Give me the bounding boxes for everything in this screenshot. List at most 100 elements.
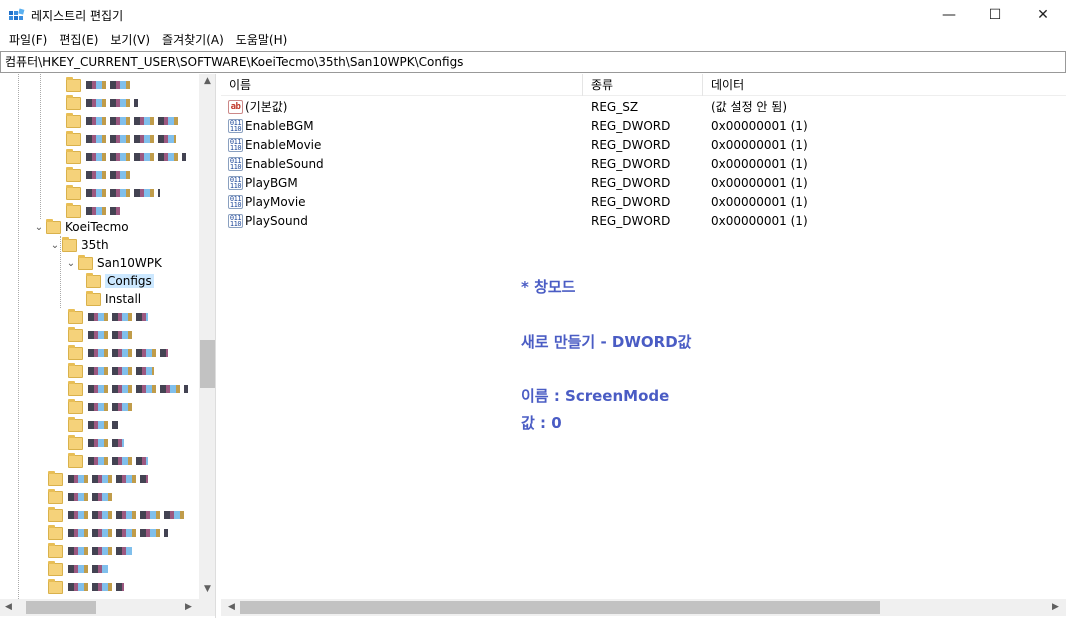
menu-bar: 파일(F) 편집(E) 보기(V) 즐겨찾기(A) 도움말(H)	[0, 30, 1066, 50]
tree-item-obscured[interactable]	[68, 344, 168, 362]
maximize-button[interactable]: ☐	[972, 0, 1018, 30]
folder-icon	[68, 434, 83, 450]
dword-value-icon: 011 110	[228, 156, 243, 171]
folder-icon	[48, 524, 63, 540]
value-row[interactable]: 011 110 EnableMovie REG_DWORD 0x00000001 (…	[221, 135, 1066, 154]
column-header-name[interactable]: 이름	[221, 74, 583, 96]
tree-item-install[interactable]: Install	[86, 290, 141, 308]
folder-icon	[66, 202, 81, 218]
folder-icon	[68, 416, 83, 432]
dword-value-icon: 011 110	[228, 175, 243, 190]
tree-item-obscured[interactable]	[68, 416, 118, 434]
dword-value-icon: 011 110	[228, 137, 243, 152]
scrollbar-thumb[interactable]	[26, 601, 96, 614]
tree-guide-line	[18, 74, 19, 599]
tree-item-obscured[interactable]	[68, 434, 124, 452]
tree-item-obscured[interactable]	[68, 398, 132, 416]
tree-item-obscured[interactable]	[68, 308, 148, 326]
annotation-window-mode: * 창모드	[521, 278, 576, 296]
minimize-button[interactable]: —	[926, 0, 972, 30]
folder-icon	[66, 76, 81, 92]
dword-value-icon: 011 110	[228, 194, 243, 209]
scroll-left-icon[interactable]: ◀	[223, 602, 240, 612]
menu-help[interactable]: 도움말(H)	[230, 30, 294, 50]
menu-file[interactable]: 파일(F)	[3, 30, 53, 50]
tree-item-obscured[interactable]	[48, 542, 132, 560]
chevron-down-icon[interactable]: ⌄	[32, 222, 46, 233]
address-bar[interactable]: 컴퓨터\HKEY_CURRENT_USER\SOFTWARE\KoeiTecmo…	[0, 51, 1066, 73]
scrollbar-thumb[interactable]	[240, 601, 880, 614]
value-row[interactable]: 011 110 EnableBGM REG_DWORD 0x00000001 (1)	[221, 116, 1066, 135]
chevron-down-icon[interactable]: ⌄	[48, 240, 62, 251]
folder-icon	[48, 470, 63, 486]
tree-horizontal-scrollbar[interactable]: ◀ ▶	[0, 599, 215, 616]
tree-item-obscured[interactable]	[48, 488, 114, 506]
tree-item-obscured[interactable]	[52, 148, 186, 166]
value-row[interactable]: 011 110 PlayMovie REG_DWORD 0x00000001 (1)	[221, 192, 1066, 211]
tree-item-obscured[interactable]	[52, 94, 138, 112]
scroll-right-icon[interactable]: ▶	[1047, 602, 1064, 612]
folder-icon	[46, 218, 61, 234]
scroll-down-icon[interactable]: ▼	[199, 584, 215, 594]
string-value-icon: ab	[228, 99, 243, 114]
tree-item-obscured[interactable]	[48, 560, 108, 578]
tree-item-obscured[interactable]	[52, 76, 134, 94]
annotation-value: 값 : 0	[521, 414, 562, 432]
tree-vertical-scrollbar[interactable]: ▲ ▼	[199, 74, 215, 599]
folder-icon	[68, 326, 83, 342]
folder-icon	[68, 344, 83, 360]
tree-item-obscured[interactable]	[52, 166, 132, 184]
column-header-data[interactable]: 데이터	[703, 74, 1066, 96]
tree-item-obscured[interactable]	[68, 380, 188, 398]
value-list-pane: 이름 종류 데이터 ab (기본값) REG_SZ (값 설정 안 됨) 011 1…	[221, 74, 1066, 618]
folder-icon	[68, 362, 83, 378]
tree-item-obscured[interactable]	[48, 524, 168, 542]
tree-item-koeitecmo[interactable]: ⌄ KoeiTecmo	[32, 218, 129, 236]
dword-value-icon: 011 110	[228, 118, 243, 133]
column-header-type[interactable]: 종류	[583, 74, 703, 96]
scroll-left-icon[interactable]: ◀	[0, 602, 17, 612]
folder-icon	[68, 380, 83, 396]
folder-open-icon	[86, 272, 101, 288]
dword-value-icon: 011 110	[228, 213, 243, 228]
menu-favorites[interactable]: 즐겨찾기(A)	[156, 30, 230, 50]
menu-view[interactable]: 보기(V)	[104, 30, 156, 50]
tree-item-obscured[interactable]	[52, 184, 160, 202]
list-header: 이름 종류 데이터	[221, 74, 1066, 96]
folder-icon	[66, 148, 81, 164]
tree-item-obscured[interactable]	[48, 578, 124, 596]
tree-item-san10wpk[interactable]: ⌄ San10WPK	[64, 254, 162, 272]
annotation-new-dword: 새로 만들기 - DWORD값	[521, 333, 692, 351]
tree-guide-line	[40, 74, 41, 219]
window-title: 레지스트리 편집기	[31, 9, 124, 23]
tree-item-obscured[interactable]	[52, 130, 176, 148]
folder-icon	[48, 506, 63, 522]
tree-item-obscured[interactable]	[48, 506, 188, 524]
tree-item-obscured[interactable]	[68, 362, 154, 380]
close-button[interactable]: ✕	[1020, 0, 1066, 30]
tree-item-obscured[interactable]	[48, 470, 148, 488]
annotation-name: 이름 : ScreenMode	[521, 387, 670, 405]
list-horizontal-scrollbar[interactable]: ◀ ▶	[221, 599, 1066, 616]
folder-icon	[48, 542, 63, 558]
scrollbar-thumb[interactable]	[200, 340, 215, 388]
tree-item-obscured[interactable]	[68, 452, 148, 470]
value-row[interactable]: 011 110 PlayBGM REG_DWORD 0x00000001 (1)	[221, 173, 1066, 192]
tree-item-configs[interactable]: Configs	[86, 272, 154, 290]
scroll-right-icon[interactable]: ▶	[180, 602, 197, 612]
tree-item-35th[interactable]: ⌄ 35th	[48, 236, 109, 254]
folder-icon	[68, 452, 83, 468]
key-tree-pane: ⌄ KoeiTecmo ⌄ 35th ⌄ San10WPK Configs In…	[0, 74, 216, 618]
value-row[interactable]: ab (기본값) REG_SZ (값 설정 안 됨)	[221, 97, 1066, 116]
folder-icon	[68, 398, 83, 414]
value-row[interactable]: 011 110 EnableSound REG_DWORD 0x00000001 (…	[221, 154, 1066, 173]
tree-item-obscured[interactable]	[68, 326, 132, 344]
tree-item-obscured[interactable]	[52, 112, 182, 130]
scroll-up-icon[interactable]: ▲	[199, 76, 215, 86]
chevron-down-icon[interactable]: ⌄	[64, 258, 78, 269]
key-tree: ⌄ KoeiTecmo ⌄ 35th ⌄ San10WPK Configs In…	[0, 74, 199, 599]
menu-edit[interactable]: 편집(E)	[53, 30, 104, 50]
value-row[interactable]: 011 110 PlaySound REG_DWORD 0x00000001 (1)	[221, 211, 1066, 230]
folder-icon	[86, 290, 101, 306]
folder-icon	[66, 166, 81, 182]
